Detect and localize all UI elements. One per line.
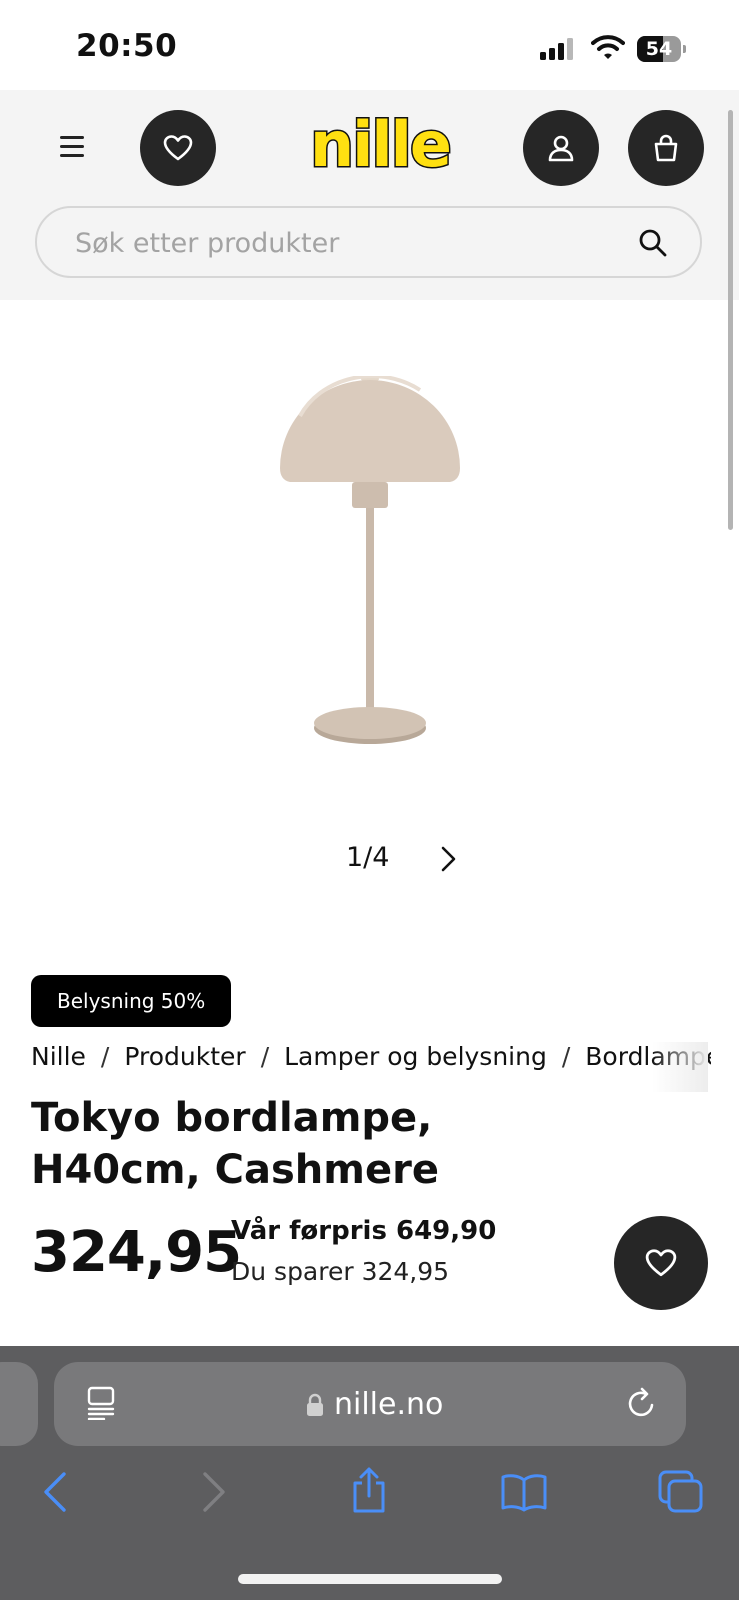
cart-button[interactable] [628,110,704,186]
hamburger-icon [60,135,84,139]
user-icon [548,135,574,162]
reload-icon[interactable] [626,1386,658,1420]
previous-price: Vår førpris 649,90 [231,1216,497,1246]
status-time: 20:50 [76,28,178,64]
previous-tab[interactable] [0,1362,38,1446]
lock-icon [307,1393,323,1416]
breadcrumb-link[interactable]: Lamper og belysning [284,1042,547,1071]
breadcrumb-link[interactable]: Produkter [124,1042,245,1071]
wifi-icon [591,34,625,64]
shopping-bag-icon [654,134,678,162]
nille-logo[interactable]: nille [309,108,454,181]
url-text: nille.no [334,1387,444,1422]
product-price: 324,95 [31,1220,242,1285]
menu-button[interactable] [52,126,92,166]
forward-arrow-icon[interactable] [199,1470,229,1514]
heart-icon [163,135,193,161]
url-display[interactable]: nille.no [306,1387,443,1422]
tabs-icon[interactable] [658,1470,704,1514]
breadcrumb: Nille / Produkter / Lamper og belysning / Bord… [31,1042,711,1071]
next-image-button[interactable] [432,844,462,874]
breadcrumb-link[interactable]: Nille [31,1042,86,1071]
search-input[interactable]: Søk etter produkter [75,228,339,259]
image-pager: 1/4 [346,842,390,873]
share-icon[interactable] [349,1466,389,1514]
battery-level: 54 [645,38,673,60]
breadcrumb-fade [652,1042,708,1092]
account-button[interactable] [523,110,599,186]
bookmarks-icon[interactable] [500,1472,548,1512]
home-indicator[interactable] [238,1574,502,1584]
chevron-right-icon [441,846,456,872]
search-bar[interactable]: Søk etter produkter [35,206,702,278]
wishlist-button[interactable] [140,110,216,186]
product-image[interactable] [270,374,470,760]
add-to-wishlist-button[interactable] [614,1216,708,1310]
scrollbar[interactable] [728,110,733,530]
heart-icon [645,1249,677,1277]
battery-icon: 54 [637,36,687,62]
reader-mode-icon[interactable] [86,1386,116,1420]
back-arrow-icon[interactable] [40,1470,70,1514]
product-title: Tokyo bordlampe, H40cm, Cashmere [31,1095,439,1193]
savings-text: Du sparer 324,95 [231,1257,450,1286]
discount-badge: Belysning 50% [31,975,232,1027]
cellular-signal-icon [540,36,573,60]
search-icon[interactable] [638,228,668,258]
